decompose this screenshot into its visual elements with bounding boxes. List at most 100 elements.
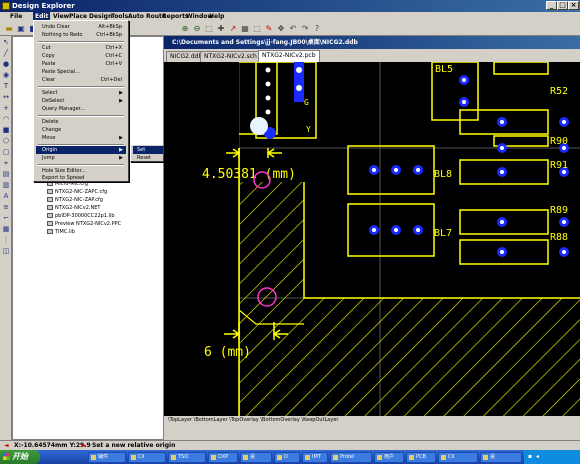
edit-menu: Undo Clear Alt+BkSp Nothing to Redo Ctrl+B… bbox=[33, 20, 129, 182]
taskbar-item[interactable]: IMT bbox=[302, 452, 328, 463]
app-icon bbox=[305, 455, 310, 460]
bl-pad-holes bbox=[372, 78, 466, 232]
wire-tool-icon[interactable]: ╱ bbox=[1, 49, 11, 58]
document-window: C:\Documents and Settings\jj-fang.JB00\桌… bbox=[164, 36, 580, 440]
app-icon bbox=[2, 2, 10, 10]
folder-icon[interactable]: ▬ bbox=[4, 24, 14, 34]
menu-undo[interactable]: Undo Clear Alt+BkSp bbox=[36, 23, 126, 31]
minimize-button[interactable]: _ bbox=[546, 1, 557, 10]
list-item[interactable]: Micro-Mic.cfg bbox=[47, 181, 88, 188]
app-icon bbox=[409, 455, 414, 460]
open-icon[interactable]: ▣ bbox=[16, 24, 26, 34]
select-icon[interactable]: ⬚ bbox=[252, 24, 262, 34]
taskbar-item[interactable]: D bbox=[274, 452, 300, 463]
pen-icon[interactable]: ✎ bbox=[264, 24, 274, 34]
taskbar-item[interactable]: PCB bbox=[406, 452, 436, 463]
menu-clear[interactable]: Clear Ctrl+Del bbox=[36, 76, 126, 84]
via-tool-icon[interactable]: ◉ bbox=[1, 71, 11, 80]
taskbar-item[interactable]: Cli bbox=[438, 452, 478, 463]
menu-origin[interactable]: Origin ▶ bbox=[36, 146, 126, 154]
list-item[interactable]: NTXG2-NIC-ZAPC.cfg bbox=[47, 189, 107, 196]
maximize-button[interactable]: □ bbox=[557, 1, 568, 10]
zoom-out-icon[interactable]: ⊖ bbox=[192, 24, 202, 34]
menu-paste[interactable]: Paste Ctrl+V bbox=[36, 60, 126, 68]
zoom-in-icon[interactable]: ⊕ bbox=[180, 24, 190, 34]
undo-icon[interactable]: ↶ bbox=[288, 24, 298, 34]
route-icon[interactable]: ↗ bbox=[228, 24, 238, 34]
list-item[interactable]: TIMC.lib bbox=[47, 229, 75, 236]
ic-pins bbox=[265, 67, 271, 115]
taskbar-item[interactable]: Protel bbox=[330, 452, 372, 463]
menu-select[interactable]: Select ▶ bbox=[36, 89, 126, 97]
move-icon[interactable]: ✥ bbox=[276, 24, 286, 34]
menu-query-manager[interactable]: Query Manager... bbox=[36, 105, 126, 113]
ref-bl8: BL8 bbox=[434, 169, 452, 180]
dimension-tool-icon[interactable]: ↔ bbox=[1, 93, 11, 102]
submenu-arrow-icon: ▶ bbox=[119, 147, 123, 153]
ref-r52: R52 bbox=[550, 86, 568, 97]
list-item[interactable]: NTXG2-NIC-ZAP.cfg bbox=[47, 197, 103, 204]
menu-cut[interactable]: Cut Ctrl+X bbox=[36, 44, 126, 52]
fill-tool-icon[interactable]: ■ bbox=[1, 126, 11, 135]
menu-deselect[interactable]: DeSelect ▶ bbox=[36, 97, 126, 105]
paste-tool-icon[interactable]: ▦ bbox=[1, 225, 11, 234]
taskbar-item[interactable]: DXP bbox=[208, 452, 238, 463]
menu-redo[interactable]: Nothing to Redo Ctrl+BkSp bbox=[36, 31, 126, 39]
tab-sch[interactable]: NTXG2-NICv2.sch bbox=[200, 51, 261, 62]
keepout-tool-icon[interactable]: ▢ bbox=[1, 148, 11, 157]
tab-pcb[interactable]: NTXG2-NICv2.pcb bbox=[258, 50, 320, 62]
ref-bl5: BL5 bbox=[435, 64, 453, 75]
pcb-canvas[interactable]: G Y 4.50381 (mm) 6 (mm) BL5 BL8 BL7 R52 … bbox=[164, 62, 580, 416]
help-icon[interactable]: ? bbox=[312, 24, 322, 34]
list-item[interactable]: pbIDP-30000CC22p1.lib bbox=[47, 213, 115, 220]
app-icon bbox=[243, 455, 248, 460]
polygon-tool-icon[interactable]: ⬠ bbox=[1, 137, 11, 146]
taskbar-item[interactable]: 桌 bbox=[240, 452, 272, 463]
list-item[interactable]: Preview NTXG2-NICv2.PPC bbox=[47, 221, 121, 228]
taskbar-item[interactable]: 辅件 bbox=[88, 452, 126, 463]
menu-export-to-spread[interactable]: Export to Spread bbox=[36, 174, 126, 182]
app-icon bbox=[277, 455, 282, 460]
menu-copy[interactable]: Copy Ctrl+C bbox=[36, 52, 126, 60]
string-tool-icon[interactable]: A bbox=[1, 192, 11, 201]
window-titlebar: Design Explorer _ □ × bbox=[0, 0, 580, 12]
layer-tabs[interactable]: \TopLayer \BottomLayer \TopOverlay \Bott… bbox=[164, 416, 580, 425]
taskbar-item[interactable]: 桌 bbox=[480, 452, 522, 463]
room-tool-icon[interactable]: ▤ bbox=[1, 170, 11, 179]
redo-icon[interactable]: ↷ bbox=[300, 24, 310, 34]
arc-tool-icon[interactable]: ◠ bbox=[1, 115, 11, 124]
origin-submenu: Set Reset bbox=[130, 144, 164, 162]
arrow-tool-icon[interactable]: ↖ bbox=[1, 38, 11, 47]
menu-help[interactable]: Help bbox=[207, 12, 226, 22]
cross-probe-icon[interactable]: ✚ bbox=[216, 24, 226, 34]
taskbar-item[interactable]: 用户 bbox=[374, 452, 404, 463]
split-plane-tool-icon[interactable]: ◫ bbox=[1, 247, 11, 256]
menu-paste-special[interactable]: Paste Special... bbox=[36, 68, 126, 76]
taskbar-item[interactable]: TSO bbox=[168, 452, 206, 463]
tray-volume-icon[interactable]: ◂ bbox=[536, 450, 539, 464]
track-tool-icon[interactable]: ⌐ bbox=[1, 214, 11, 223]
menu-jump[interactable]: Jump ▶ bbox=[36, 154, 126, 162]
pad-tool-icon[interactable]: ● bbox=[1, 60, 11, 69]
taskbar-item[interactable]: Cli bbox=[128, 452, 166, 463]
tray-network-icon[interactable]: ▪ bbox=[528, 450, 532, 464]
start-button[interactable]: 开始 bbox=[0, 450, 40, 464]
list-item[interactable]: NTXG2-NICv2.NET bbox=[47, 205, 100, 212]
rule-tool-icon[interactable]: ≡ bbox=[1, 203, 11, 212]
menu-change[interactable]: Change bbox=[36, 126, 126, 134]
zoom-fit-icon[interactable]: ⬚ bbox=[204, 24, 214, 34]
menu-origin-set[interactable]: Set bbox=[133, 146, 163, 154]
origin-tool-icon[interactable]: + bbox=[1, 104, 11, 113]
app-icon bbox=[441, 455, 446, 460]
left-tool-palette: ↖ ╱ ● ◉ T ↔ + ◠ ■ ⬠ ▢ ⌖ ▤ ▥ A ≡ ⌐ ▦ ⋮ ◫ bbox=[0, 36, 12, 440]
menu-file[interactable]: File bbox=[8, 12, 24, 22]
menu-delete[interactable]: Delete bbox=[36, 118, 126, 126]
component-tool-icon[interactable]: ▥ bbox=[1, 181, 11, 190]
coordinate-tool-icon[interactable]: ⌖ bbox=[1, 159, 11, 168]
menu-origin-reset[interactable]: Reset bbox=[133, 154, 163, 162]
close-button[interactable]: × bbox=[568, 1, 579, 10]
array-tool-icon[interactable]: ⋮ bbox=[1, 236, 11, 245]
component-icon[interactable]: ▦ bbox=[240, 24, 250, 34]
menu-move[interactable]: Move ▶ bbox=[36, 134, 126, 142]
text-tool-icon[interactable]: T bbox=[1, 82, 11, 91]
